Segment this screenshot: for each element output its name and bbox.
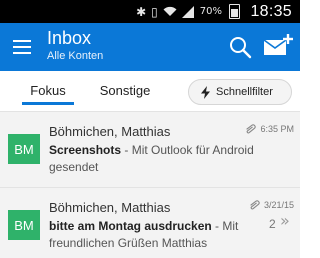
menu-icon[interactable] (13, 40, 31, 54)
message-subject: bitte am Montag ausdrucken (49, 219, 212, 233)
avatar: BM (8, 134, 40, 164)
bluetooth-icon: ✱ (136, 4, 147, 19)
message-meta: 3/21/15 (249, 200, 294, 210)
page-title: Inbox (47, 28, 92, 48)
message-meta: 6:35 PM (245, 124, 294, 134)
sender-name: Böhmichen, Matthias (49, 200, 171, 215)
clock: 18:35 (250, 3, 292, 20)
compose-button[interactable] (263, 33, 293, 59)
quick-filter-button[interactable]: Schnellfilter (188, 79, 292, 105)
status-bar: ✱ ▯ 70% 18:35 (0, 0, 300, 23)
sender-name: Böhmichen, Matthias (49, 124, 171, 139)
status-icons: ✱ ▯ 70% (136, 0, 240, 23)
vibrate-icon: ▯ (151, 4, 158, 19)
message-item[interactable]: BM Böhmichen, Matthias bitte am Montag a… (0, 187, 300, 258)
message-list: BM Böhmichen, Matthias Screenshots - Mit… (0, 112, 300, 258)
tab-focus-label: Fokus (30, 83, 66, 98)
message-preview: Screenshots - Mit Outlook für Android ge… (49, 142, 261, 176)
message-time: 6:35 PM (260, 124, 294, 134)
tab-other[interactable]: Sonstige (96, 71, 154, 112)
inbox-tabs: Fokus Sonstige Schnellfilter (0, 71, 300, 112)
compose-mail-icon (263, 34, 293, 55)
tab-focus[interactable]: Fokus (22, 71, 74, 112)
message-preview: bitte am Montag ausdrucken - Mit freundl… (49, 218, 261, 252)
preview-separator: - (121, 143, 132, 157)
thread-count: 2 (269, 217, 276, 231)
message-subject: Screenshots (49, 143, 122, 157)
chevron-right-icon[interactable]: » (280, 213, 290, 229)
tab-other-label: Sonstige (99, 83, 151, 98)
paperclip-icon (246, 124, 257, 134)
account-selector[interactable]: Alle Konten (47, 50, 103, 62)
wifi-icon (163, 6, 177, 16)
signal-icon (181, 5, 194, 18)
battery-percent: 70% (199, 6, 222, 17)
app-bar: Inbox Alle Konten (0, 23, 300, 71)
search-button[interactable] (228, 35, 252, 59)
message-time: 3/21/15 (263, 200, 294, 210)
message-item[interactable]: BM Böhmichen, Matthias Screenshots - Mit… (0, 112, 300, 183)
preview-separator: - (211, 219, 223, 233)
quick-filter-label: Schnellfilter (216, 86, 273, 98)
search-icon (230, 37, 252, 59)
tab-selected-indicator (22, 102, 74, 105)
lightning-icon (201, 85, 210, 99)
paperclip-icon (250, 200, 260, 210)
battery-icon (229, 4, 240, 19)
avatar: BM (8, 210, 40, 240)
